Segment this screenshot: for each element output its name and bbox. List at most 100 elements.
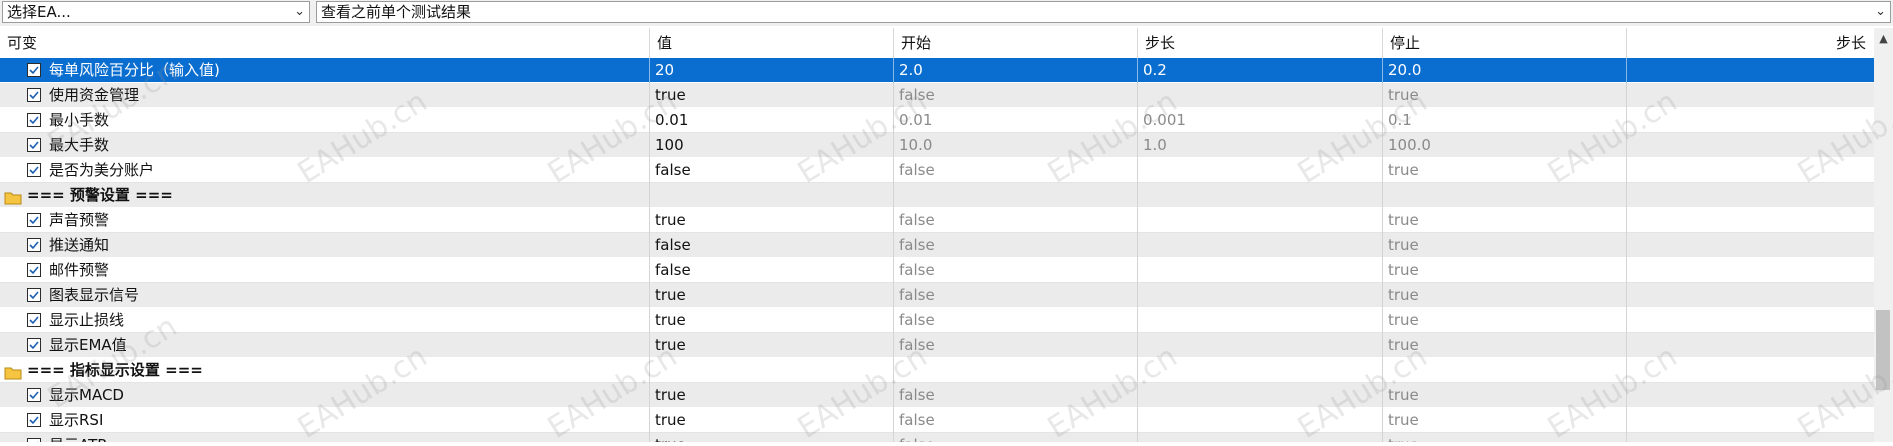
group-row[interactable]: === 预警设置 === — [0, 183, 1874, 208]
table-row[interactable]: 每单风险百分比（输入值) 20 2.0 0.2 20.0 — [0, 58, 1874, 83]
table-row[interactable]: 显示MACD true false true — [0, 383, 1874, 408]
cell-value[interactable]: true — [650, 208, 894, 233]
cell-start[interactable]: false — [894, 83, 1138, 108]
table-row[interactable]: 使用资金管理 true false true — [0, 83, 1874, 108]
scroll-up-icon[interactable]: ▲ — [1874, 30, 1893, 48]
group-row[interactable]: === 指标显示设置 === — [0, 358, 1874, 383]
cell-step[interactable]: 1.0 — [1138, 133, 1383, 158]
cell-stop[interactable]: true — [1383, 233, 1627, 258]
cell-value[interactable]: 0.01 — [650, 108, 894, 133]
column-header-stop[interactable]: 停止 — [1383, 28, 1627, 58]
column-header-variable[interactable]: 可变 — [0, 28, 650, 58]
cell-value[interactable]: false — [650, 233, 894, 258]
optimize-checkbox[interactable] — [27, 263, 41, 277]
cell-start[interactable]: false — [894, 258, 1138, 283]
cell-start[interactable]: false — [894, 333, 1138, 358]
cell-start[interactable]: false — [894, 283, 1138, 308]
optimize-checkbox[interactable] — [27, 313, 41, 327]
table-row[interactable]: 推送通知 false false true — [0, 233, 1874, 258]
table-row[interactable]: 显示止损线 true false true — [0, 308, 1874, 333]
column-header-step-2[interactable]: 步长 — [1627, 28, 1874, 58]
cell-step-2[interactable] — [1627, 83, 1874, 108]
cell-start[interactable]: 2.0 — [894, 58, 1138, 83]
cell-stop[interactable]: true — [1383, 258, 1627, 283]
cell-stop[interactable]: 20.0 — [1383, 58, 1627, 83]
cell-step[interactable] — [1138, 433, 1383, 442]
cell-stop[interactable]: true — [1383, 408, 1627, 433]
cell-step-2[interactable] — [1627, 383, 1874, 408]
cell-step[interactable] — [1138, 233, 1383, 258]
table-row[interactable]: 最小手数 0.01 0.01 0.001 0.1 — [0, 108, 1874, 133]
cell-start[interactable]: false — [894, 308, 1138, 333]
cell-value[interactable]: true — [650, 83, 894, 108]
cell-value[interactable]: true — [650, 308, 894, 333]
table-row[interactable]: 显示RSI true false true — [0, 408, 1874, 433]
cell-stop[interactable]: true — [1383, 83, 1627, 108]
cell-start[interactable]: false — [894, 383, 1138, 408]
cell-step-2[interactable] — [1627, 258, 1874, 283]
cell-value[interactable]: false — [650, 158, 894, 183]
cell-value[interactable]: false — [650, 258, 894, 283]
cell-start[interactable]: false — [894, 408, 1138, 433]
cell-step[interactable] — [1138, 333, 1383, 358]
cell-stop[interactable]: true — [1383, 433, 1627, 442]
optimize-checkbox[interactable] — [27, 163, 41, 177]
table-row[interactable]: 是否为美分账户 false false true — [0, 158, 1874, 183]
cell-step[interactable]: 0.2 — [1138, 58, 1383, 83]
optimize-checkbox[interactable] — [27, 113, 41, 127]
cell-step-2[interactable] — [1627, 108, 1874, 133]
cell-stop[interactable]: true — [1383, 158, 1627, 183]
table-row[interactable]: 声音预警 true false true — [0, 208, 1874, 233]
table-row[interactable]: 最大手数 100 10.0 1.0 100.0 — [0, 133, 1874, 158]
cell-step-2[interactable] — [1627, 308, 1874, 333]
scrollbar-thumb[interactable] — [1876, 310, 1890, 390]
column-header-step[interactable]: 步长 — [1138, 28, 1383, 58]
cell-step-2[interactable] — [1627, 233, 1874, 258]
cell-step[interactable] — [1138, 208, 1383, 233]
cell-step[interactable] — [1138, 383, 1383, 408]
cell-start[interactable]: false — [894, 233, 1138, 258]
optimize-checkbox[interactable] — [27, 288, 41, 302]
cell-stop[interactable]: 0.1 — [1383, 108, 1627, 133]
optimize-checkbox[interactable] — [27, 388, 41, 402]
optimize-checkbox[interactable] — [27, 338, 41, 352]
previous-result-dropdown[interactable]: 查看之前单个测试结果 ⌄ — [316, 1, 1891, 23]
cell-step-2[interactable] — [1627, 133, 1874, 158]
cell-start[interactable]: false — [894, 208, 1138, 233]
cell-step[interactable] — [1138, 158, 1383, 183]
vertical-scrollbar[interactable]: ▲ — [1874, 28, 1893, 442]
optimize-checkbox[interactable] — [27, 63, 41, 77]
cell-step[interactable] — [1138, 308, 1383, 333]
cell-step-2[interactable] — [1627, 58, 1874, 83]
optimize-checkbox[interactable] — [27, 88, 41, 102]
cell-start[interactable]: false — [894, 433, 1138, 442]
cell-step[interactable] — [1138, 258, 1383, 283]
cell-value[interactable]: true — [650, 283, 894, 308]
cell-stop[interactable]: true — [1383, 208, 1627, 233]
ea-select-dropdown[interactable]: 选择EA... ⌄ — [2, 1, 310, 23]
cell-step[interactable]: 0.001 — [1138, 108, 1383, 133]
optimize-checkbox[interactable] — [27, 438, 41, 442]
optimize-checkbox[interactable] — [27, 413, 41, 427]
optimize-checkbox[interactable] — [27, 238, 41, 252]
table-row[interactable]: 显示ATRtruefalsetrue — [0, 433, 1874, 442]
cell-step[interactable] — [1138, 283, 1383, 308]
cell-stop[interactable]: true — [1383, 333, 1627, 358]
table-row[interactable]: 显示EMA值 true false true — [0, 333, 1874, 358]
cell-value[interactable]: 20 — [650, 58, 894, 83]
cell-stop[interactable]: 100.0 — [1383, 133, 1627, 158]
cell-step-2[interactable] — [1627, 333, 1874, 358]
cell-start[interactable]: false — [894, 158, 1138, 183]
cell-value[interactable]: 100 — [650, 133, 894, 158]
cell-value[interactable]: true — [650, 408, 894, 433]
cell-step-2[interactable] — [1627, 283, 1874, 308]
cell-stop[interactable]: true — [1383, 383, 1627, 408]
cell-step-2[interactable] — [1627, 158, 1874, 183]
optimize-checkbox[interactable] — [27, 138, 41, 152]
cell-value[interactable]: true — [650, 433, 894, 442]
cell-step-2[interactable] — [1627, 433, 1874, 442]
cell-stop[interactable]: true — [1383, 308, 1627, 333]
cell-step-2[interactable] — [1627, 408, 1874, 433]
optimize-checkbox[interactable] — [27, 213, 41, 227]
cell-start[interactable]: 10.0 — [894, 133, 1138, 158]
